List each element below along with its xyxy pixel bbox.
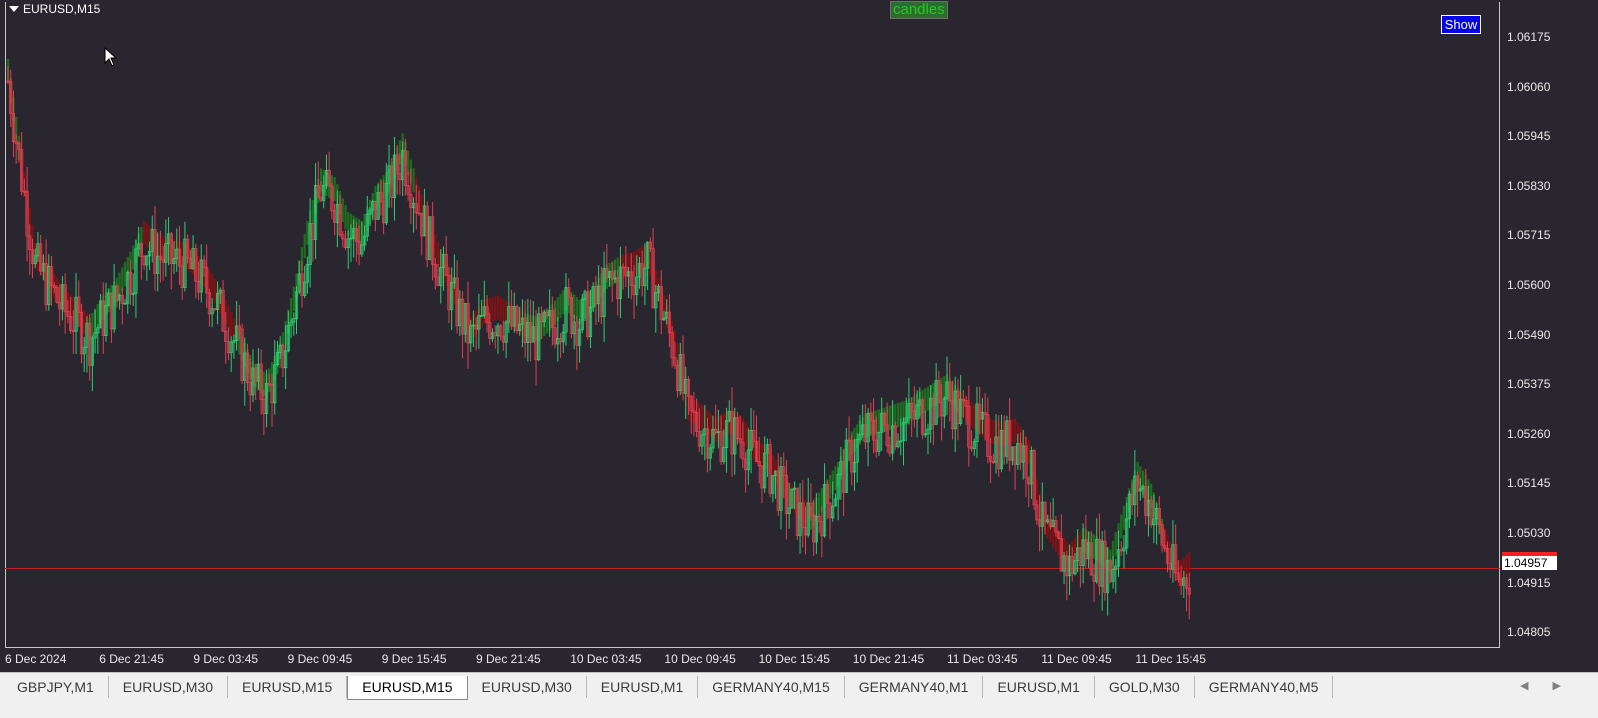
tab-scroll-arrows: ◀ ▶ [1520,679,1561,692]
time-axis-label: 10 Dec 03:45 [570,652,642,666]
bull-candle [123,302,127,305]
time-axis-label: 11 Dec 15:45 [1135,652,1206,666]
current-price-label: 1.04957 [1502,556,1557,570]
price-axis-label: 1.06175 [1507,30,1551,44]
price-axis-label: 1.04915 [1507,575,1551,590]
tab-eurusd-m15[interactable]: EURUSD,M15 [228,676,348,698]
price-axis-label: 1.05830 [1507,178,1551,193]
time-axis-label: 10 Dec 21:45 [852,652,925,666]
mouse-cursor-icon [104,47,118,67]
symbol-title-text: EURUSD,M15 [23,2,101,16]
scroll-right-icon[interactable]: ▶ [1552,679,1560,692]
price-axis-label: 1.04805 [1507,625,1551,640]
tab-germany40-m5[interactable]: GERMANY40,M5 [1195,676,1334,698]
tab-gbpjpy-m1[interactable]: GBPJPY,M1 [3,676,109,698]
price-axis-label: 1.05490 [1507,327,1551,342]
tab-eurusd-m30[interactable]: EURUSD,M30 [468,676,587,698]
chart-tab-bar: GBPJPY,M1 EURUSD,M30 EURUSD,M15 EURUSD,M… [0,672,1598,718]
scroll-left-icon[interactable]: ◀ [1520,679,1528,692]
tab-eurusd-m30[interactable]: EURUSD,M30 [109,676,229,698]
price-axis-label: 1.05600 [1507,278,1551,292]
time-axis-label: 10 Dec 09:45 [664,652,736,666]
tab-eurusd-m1[interactable]: EURUSD,M1 [983,676,1095,698]
time-axis-label: 9 Dec 21:45 [476,652,541,666]
price-axis-label: 1.05260 [1507,426,1551,441]
tab-eurusd-m15-active[interactable]: EURUSD,M15 [347,676,468,700]
tab-list: GBPJPY,M1 EURUSD,M30 EURUSD,M15 EURUSD,M… [3,676,1334,700]
time-axis-label: 11 Dec 09:45 [1041,652,1112,666]
tab-germany40-m1[interactable]: GERMANY40,M1 [845,676,984,698]
time-axis-label: 10 Dec 15:45 [758,652,830,666]
price-axis-label: 1.06060 [1507,79,1551,94]
price-axis-label: 1.05030 [1507,526,1551,540]
price-axis-label: 1.05715 [1507,228,1551,243]
chart-window[interactable]: EURUSD,M15 candles Show 1.06175 1.06060 1.… [0,0,1598,690]
time-axis-label: 6 Dec 21:45 [99,652,164,666]
price-axis-label: 1.05145 [1507,476,1551,491]
candlestick-chart[interactable] [0,0,1500,648]
tab-germany40-m15[interactable]: GERMANY40,M15 [698,676,845,698]
show-button[interactable]: Show [1441,15,1481,34]
price-axis-label: 1.05945 [1507,129,1551,144]
price-axis-label: 1.05375 [1507,377,1551,392]
time-axis-label: 9 Dec 15:45 [381,652,447,666]
tab-eurusd-m1[interactable]: EURUSD,M1 [587,676,699,698]
time-axis-label: 6 Dec 2024 [5,652,67,666]
dropdown-triangle-icon[interactable] [9,6,19,12]
time-axis-label: 11 Dec 03:45 [947,652,1018,666]
symbol-title[interactable]: EURUSD,M15 [9,2,100,16]
indicator-label-candles: candles [890,1,948,19]
time-axis-label: 9 Dec 09:45 [287,652,353,666]
time-axis-label: 9 Dec 03:45 [193,652,259,666]
tab-gold-m30[interactable]: GOLD,M30 [1095,676,1195,698]
